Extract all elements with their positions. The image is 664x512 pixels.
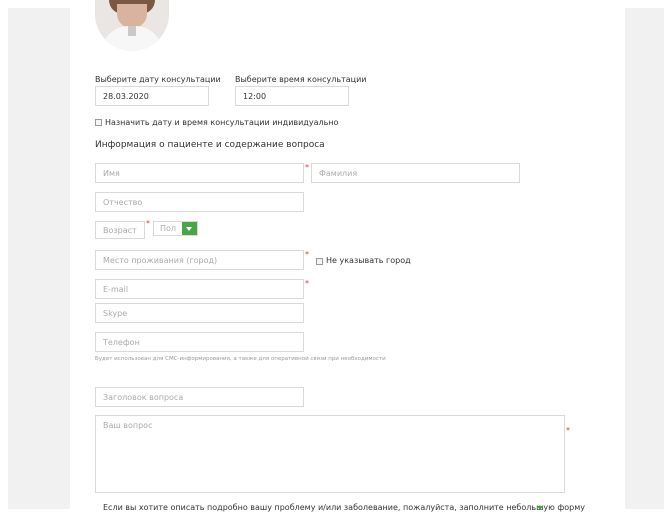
patronymic-input[interactable]: Отчество [95,192,304,212]
detailed-form-link[interactable]: Если вы хотите описать подробно вашу про… [103,503,585,512]
gender-select-value: Пол [160,224,177,233]
chevron-down-icon[interactable] [182,222,197,235]
email-input[interactable]: E-mail [95,279,304,299]
left-gutter [8,8,70,509]
patient-section-title: Информация о пациенте и содержание вопро… [95,140,325,150]
date-label: Выберите дату консультации [95,75,221,84]
first-name-input[interactable]: Имя [95,163,304,183]
time-input[interactable]: 12:00 [235,86,349,106]
required-marker: * [305,279,309,288]
time-label: Выберите время консультации [235,75,367,84]
phone-note: Будет использован для СМС-информирования… [95,356,386,362]
required-marker: * [305,250,309,259]
skype-input[interactable]: Skype [95,303,304,323]
last-name-input[interactable]: Фамилия [311,163,520,183]
city-input[interactable]: Место проживания (город) [95,250,304,270]
right-gutter [625,8,664,509]
required-marker: * [566,426,570,435]
date-input[interactable]: 28.03.2020 [95,86,209,106]
required-marker: * [146,219,150,228]
individual-time-label: Назначить дату и время консультации инди… [105,118,339,127]
required-marker: * [305,163,309,172]
question-textarea[interactable]: Ваш вопрос [95,415,565,493]
phone-input[interactable]: Телефон [95,332,304,352]
individual-time-checkbox[interactable] [95,119,102,126]
age-input[interactable]: Возраст [95,221,145,239]
gender-select[interactable]: Пол [153,221,198,236]
no-city-checkbox[interactable] [316,258,323,265]
doctor-avatar [95,0,169,51]
question-title-input[interactable]: Заголовок вопроса [95,387,304,407]
expand-arrow-icon[interactable] [537,506,543,510]
no-city-label: Не указывать город [326,256,411,265]
